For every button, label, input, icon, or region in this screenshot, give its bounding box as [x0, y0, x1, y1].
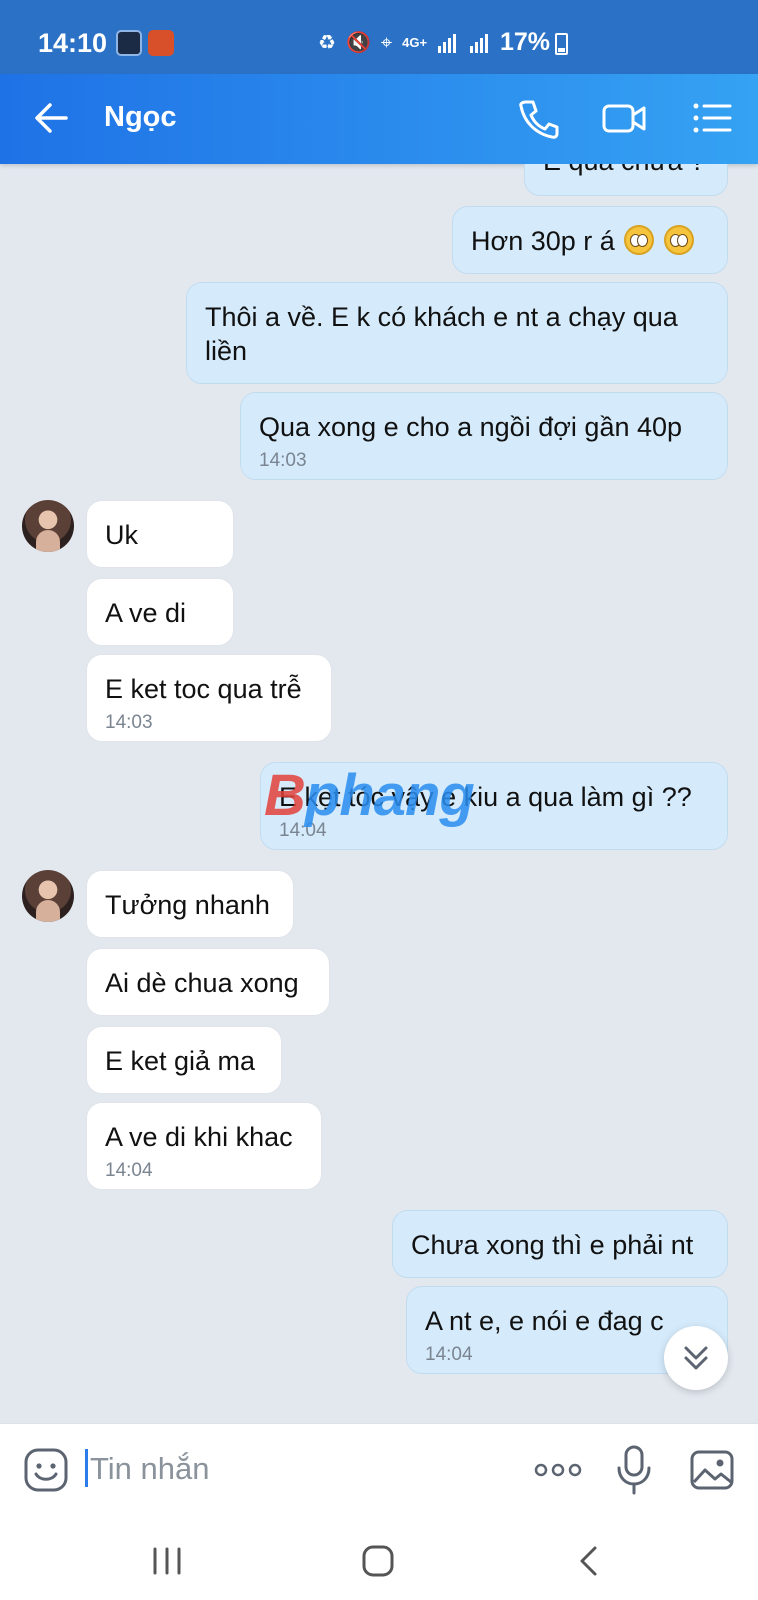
message-text: liền: [205, 336, 248, 366]
message-time: 14:03: [105, 712, 153, 733]
message-text: A ve di khi khac: [105, 1122, 293, 1152]
chat-header: Ngọc: [0, 74, 758, 164]
message-text: E ket giả ma: [105, 1046, 256, 1076]
recent-apps-icon[interactable]: [145, 1541, 189, 1581]
nav-back-icon[interactable]: [568, 1541, 612, 1581]
avatar[interactable]: [22, 870, 74, 922]
menu-list-icon[interactable]: [688, 94, 736, 142]
message-bubble-received[interactable]: Tưởng nhanh: [86, 870, 294, 938]
location-icon: ⌖: [380, 32, 393, 54]
watermark-logo: Bphang: [264, 763, 475, 828]
message-bubble-sent[interactable]: Thôi a về. E k có khách e nt a chạy qua l…: [186, 282, 728, 384]
network-type: 4G+: [402, 35, 428, 50]
message-text: E qua chưa ?: [543, 164, 709, 178]
message-text: Chưa xong thì e phải nt: [411, 1230, 694, 1260]
image-icon[interactable]: [688, 1446, 736, 1494]
message-bubble-received[interactable]: A ve di khi khac 14:04: [86, 1102, 322, 1190]
status-time: 14:10: [38, 28, 108, 58]
message-bubble-sent[interactable]: E qua chưa ?: [524, 164, 728, 196]
message-text: Qua xong e cho a ngồi đợi gần 40p: [259, 412, 683, 442]
scroll-to-bottom-button[interactable]: [664, 1326, 728, 1390]
flushed-face-emoji-icon: [663, 225, 694, 255]
message-bubble-received[interactable]: E ket giả ma: [86, 1026, 282, 1094]
message-time: 14:03: [259, 450, 307, 471]
notification-shop-icon: [148, 30, 174, 56]
status-bar: 14:10 ♻ 🔇 ⌖ 4G+ 17%: [0, 0, 758, 74]
message-text: A ve di: [105, 598, 187, 628]
message-text: Thôi a về. E k có khách e nt a chạy qua: [205, 302, 678, 332]
message-bubble-sent[interactable]: Qua xong e cho a ngồi đợi gần 40p 14:03: [240, 392, 728, 480]
battery-icon: [555, 33, 568, 55]
recycle-icon: ♻: [318, 32, 336, 54]
system-nav-bar: [0, 1521, 758, 1600]
avatar[interactable]: [22, 500, 74, 552]
home-icon[interactable]: [356, 1541, 400, 1581]
message-bubble-sent[interactable]: Hơn 30p r á: [452, 206, 728, 274]
message-bubble-received[interactable]: A ve di: [86, 578, 234, 646]
sticker-icon[interactable]: [22, 1446, 70, 1494]
message-bubble-received[interactable]: Uk: [86, 500, 234, 568]
double-chevron-down-icon: [684, 1346, 708, 1370]
more-dots-icon[interactable]: [532, 1452, 584, 1488]
phone-icon[interactable]: [514, 94, 562, 142]
message-bubble-received[interactable]: Ai dè chua xong: [86, 948, 330, 1016]
message-text: E ket toc qua trễ: [105, 674, 302, 704]
signal-icon: [470, 34, 489, 53]
back-arrow-icon[interactable]: [30, 96, 74, 140]
message-input[interactable]: [90, 1448, 480, 1490]
message-bubble-received[interactable]: E ket toc qua trễ 14:03: [86, 654, 332, 742]
signal-icon: [438, 34, 457, 53]
message-text: Hơn 30p r á: [471, 226, 615, 256]
message-text: Tưởng nhanh: [105, 890, 270, 920]
compose-bar: [0, 1423, 758, 1521]
message-list[interactable]: E qua chưa ? Hơn 30p r á Thôi a về. E k …: [0, 164, 758, 1423]
text-cursor: [85, 1449, 88, 1487]
notification-app-icon: [116, 30, 142, 56]
status-icons: ♻ 🔇 ⌖ 4G+: [318, 30, 491, 56]
message-text: Ai dè chua xong: [105, 968, 299, 998]
video-camera-icon[interactable]: [600, 94, 648, 142]
mute-icon: 🔇: [345, 32, 371, 54]
message-text: Uk: [105, 520, 138, 550]
flushed-face-emoji-icon: [624, 225, 655, 255]
message-bubble-sent[interactable]: Chưa xong thì e phải nt: [392, 1210, 728, 1278]
battery-percent: 17%: [500, 28, 551, 56]
message-time: 14:04: [105, 1160, 153, 1181]
contact-name[interactable]: Ngọc: [104, 101, 177, 134]
microphone-icon[interactable]: [612, 1444, 656, 1496]
